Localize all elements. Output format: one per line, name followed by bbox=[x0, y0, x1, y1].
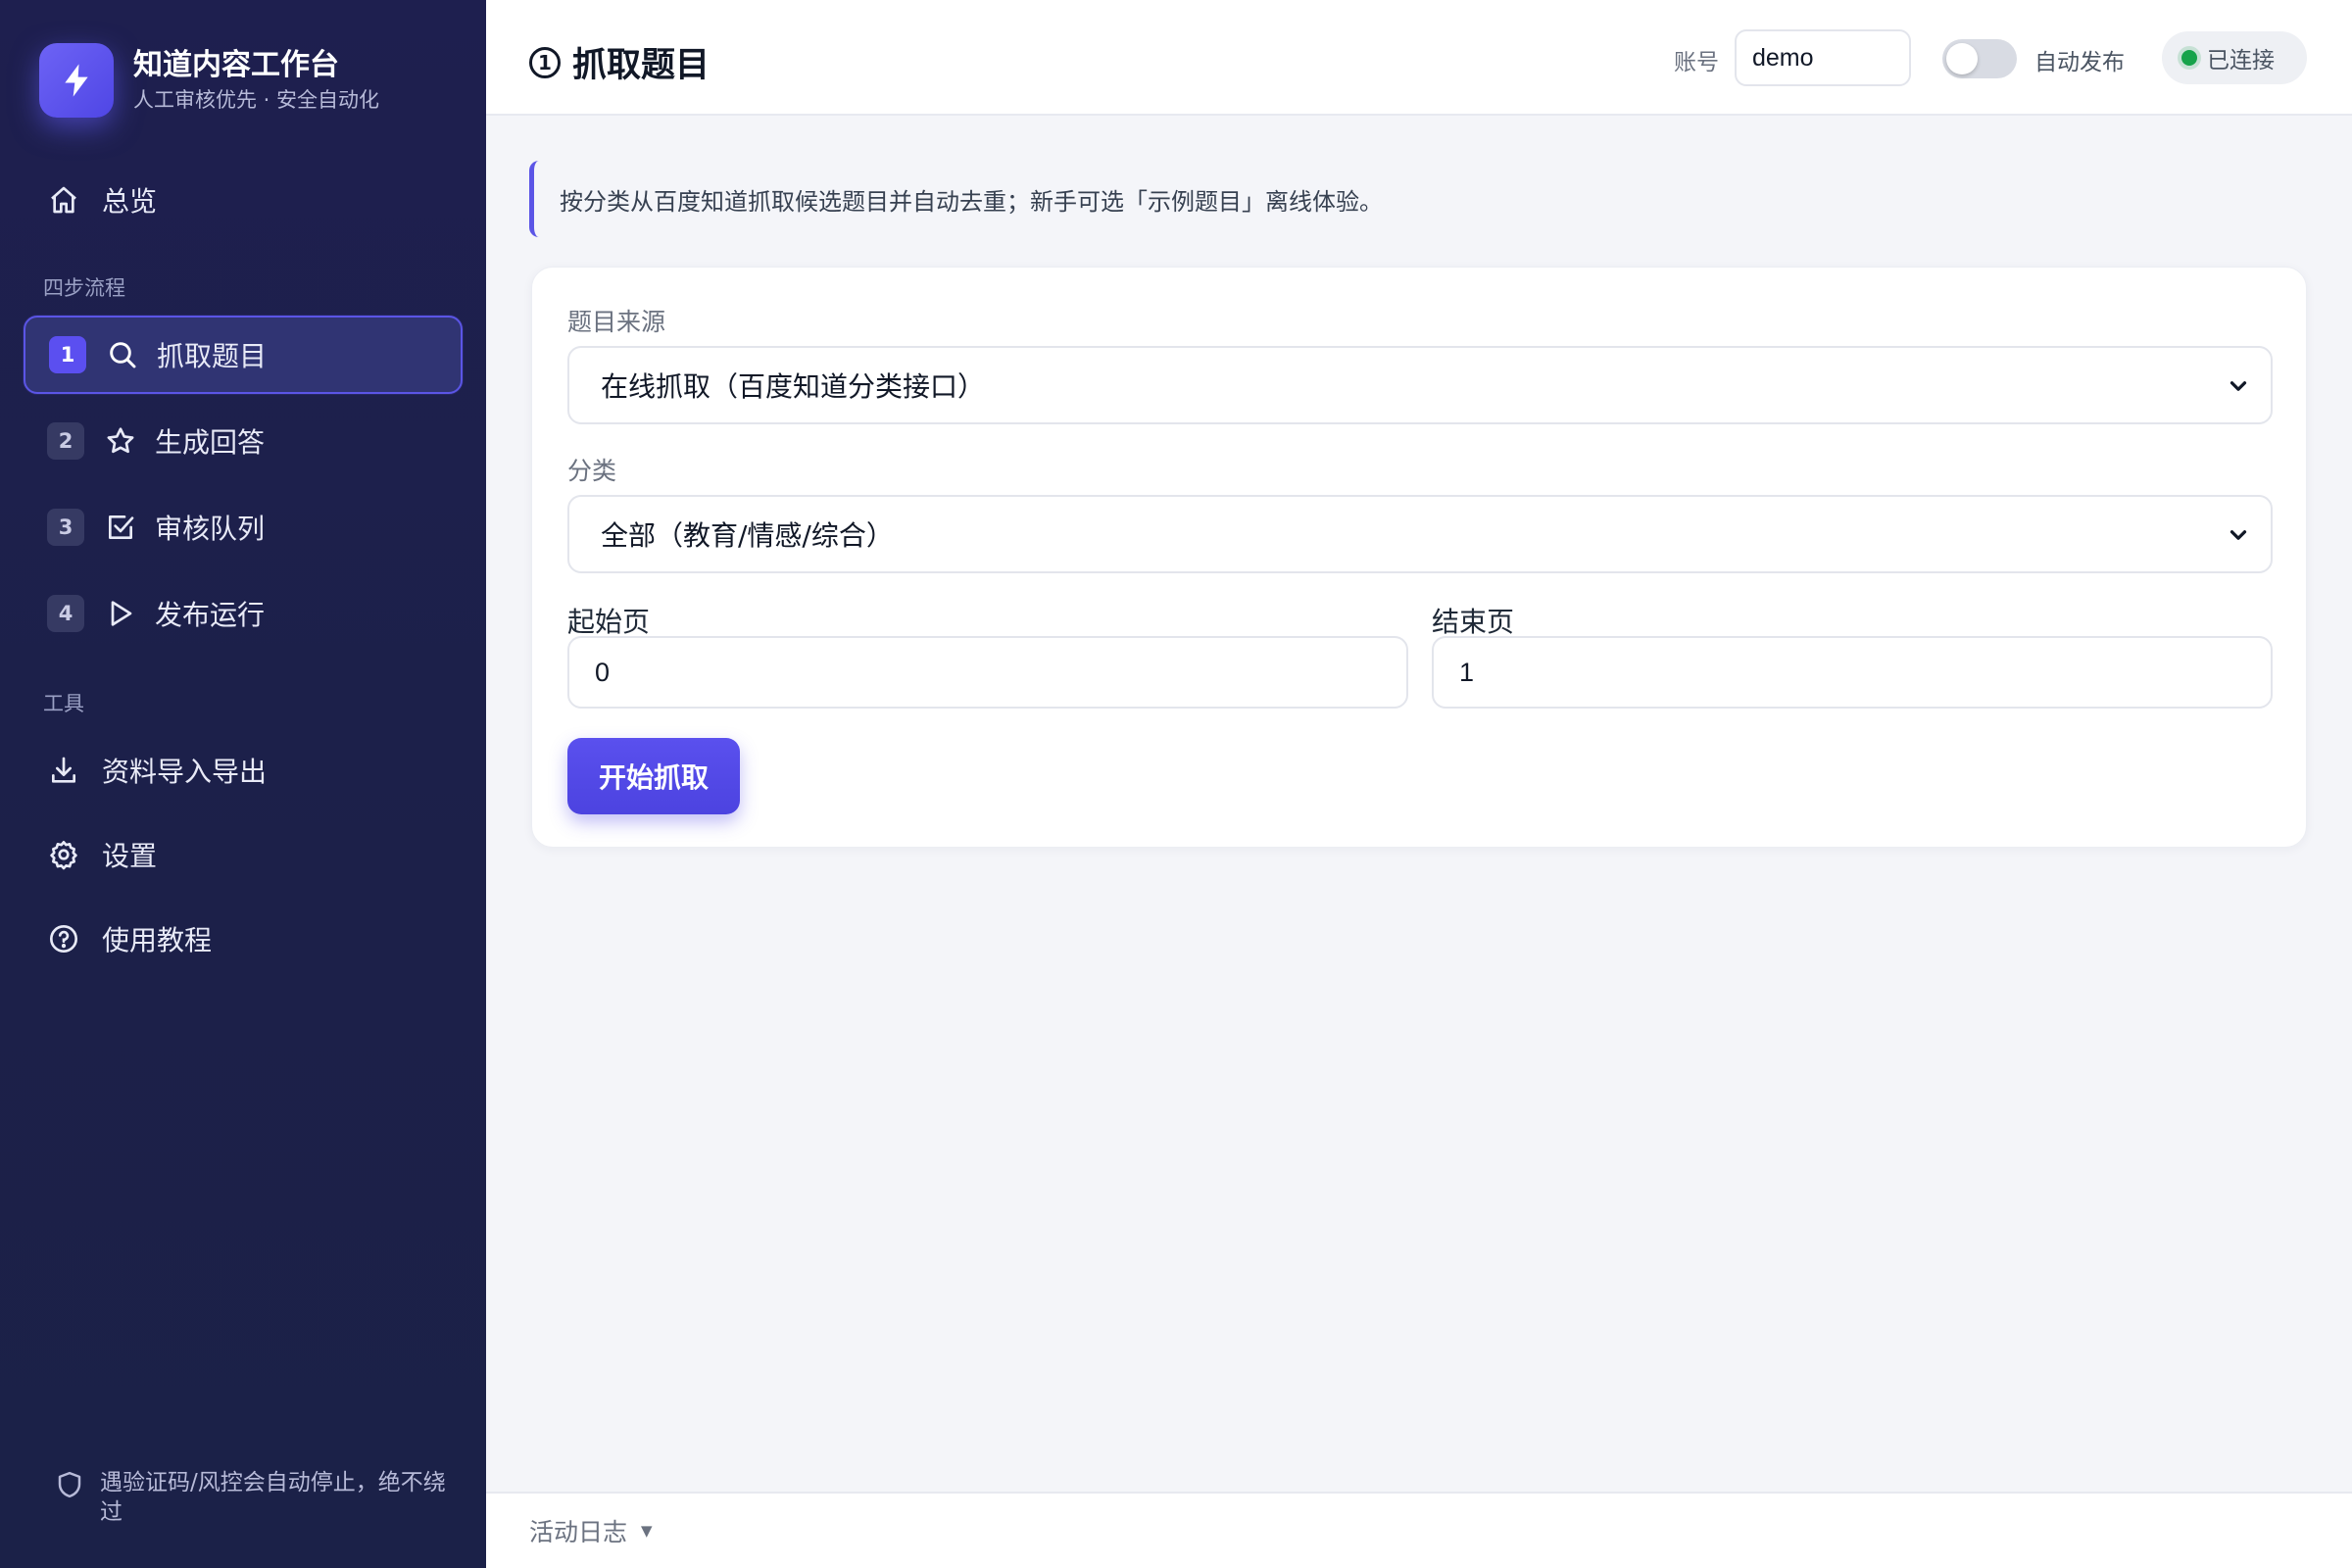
connection-status-text: 已连接 bbox=[2207, 48, 2275, 74]
gear-icon bbox=[47, 838, 80, 871]
footer-note-text: 遇验证码/风控会自动停止，绝不绕过 bbox=[100, 1470, 446, 1525]
auto-publish-toggle[interactable] bbox=[1942, 39, 2017, 78]
sidebar-item-label: 使用教程 bbox=[102, 924, 213, 956]
start-page-input[interactable] bbox=[567, 636, 1408, 709]
sidebar-item-label: 生成回答 bbox=[155, 426, 266, 459]
shield-icon bbox=[55, 1470, 84, 1499]
home-icon bbox=[47, 183, 80, 217]
step-number-badge: 2 bbox=[47, 422, 84, 460]
category-label: 分类 bbox=[567, 457, 617, 485]
section-label-steps: 四步流程 bbox=[43, 276, 125, 300]
sidebar-item-label: 审核队列 bbox=[155, 513, 266, 545]
sidebar-item-review-queue[interactable]: 3 审核队列 bbox=[24, 488, 463, 566]
source-select[interactable]: 在线抓取（百度知道分类接口） bbox=[567, 346, 2273, 424]
star-icon bbox=[104, 424, 137, 458]
start-fetch-button[interactable]: 开始抓取 bbox=[567, 738, 740, 814]
connection-status-badge: 已连接 bbox=[2162, 31, 2307, 84]
page-title: 1 抓取题目 bbox=[529, 37, 710, 87]
sidebar-item-tutorial[interactable]: 使用教程 bbox=[24, 900, 463, 978]
toggle-knob bbox=[1946, 43, 1978, 74]
brand: 知道内容工作台 人工审核优先 · 安全自动化 bbox=[39, 43, 379, 118]
sidebar-item-overview[interactable]: 总览 bbox=[24, 161, 463, 239]
sidebar-item-label: 发布运行 bbox=[155, 599, 266, 631]
sidebar-item-publish-run[interactable]: 4 发布运行 bbox=[24, 574, 463, 653]
search-icon bbox=[106, 338, 139, 371]
info-notice-text: 按分类从百度知道抓取候选题目并自动去重；新手可选「示例题目」离线体验。 bbox=[560, 187, 1383, 216]
step-number-badge: 3 bbox=[47, 509, 84, 546]
account-label: 账号 bbox=[1674, 50, 1719, 75]
account-input[interactable] bbox=[1735, 29, 1911, 86]
source-select-value: 在线抓取（百度知道分类接口） bbox=[601, 370, 986, 403]
brand-subtitle: 人工审核优先 · 安全自动化 bbox=[133, 88, 380, 112]
source-label: 题目来源 bbox=[567, 308, 666, 336]
status-dot bbox=[2181, 50, 2197, 66]
caret-down-icon: ▼ bbox=[641, 1522, 653, 1540]
sidebar-item-label: 资料导入导出 bbox=[102, 756, 268, 788]
sidebar: 知道内容工作台 人工审核优先 · 安全自动化 总览 四步流程 1 抓取题目 2 … bbox=[0, 0, 486, 1568]
end-page-label: 结束页 bbox=[1432, 606, 1515, 638]
sidebar-item-fetch-questions[interactable]: 1 抓取题目 bbox=[24, 316, 463, 394]
activity-log-label: 活动日志 bbox=[529, 1518, 628, 1546]
sidebar-footer-note: 遇验证码/风控会自动停止，绝不绕过 bbox=[39, 1468, 451, 1527]
start-page-label: 起始页 bbox=[567, 606, 651, 638]
category-select-value: 全部（教育/情感/综合） bbox=[601, 519, 894, 552]
fetch-form-card: 题目来源 在线抓取（百度知道分类接口） 分类 全部（教育/情感/综合） 起始页 … bbox=[531, 267, 2307, 848]
sidebar-item-label: 设置 bbox=[102, 840, 158, 872]
sidebar-item-import-export[interactable]: 资料导入导出 bbox=[24, 731, 463, 809]
sidebar-item-label: 总览 bbox=[102, 185, 158, 218]
activity-log-toggle[interactable]: 活动日志 ▼ bbox=[486, 1492, 2352, 1568]
lightning-bolt-icon bbox=[39, 43, 114, 118]
chevron-down-icon bbox=[2230, 530, 2247, 540]
end-page-input[interactable] bbox=[1432, 636, 2273, 709]
info-notice: 按分类从百度知道抓取候选题目并自动去重；新手可选「示例题目」离线体验。 bbox=[529, 161, 1411, 237]
sidebar-item-label: 抓取题目 bbox=[157, 340, 268, 372]
brand-title: 知道内容工作台 bbox=[133, 48, 339, 82]
step-number-badge: 1 bbox=[49, 336, 86, 373]
download-icon bbox=[47, 754, 80, 787]
help-circle-icon bbox=[47, 922, 80, 956]
category-select[interactable]: 全部（教育/情感/综合） bbox=[567, 495, 2273, 573]
auto-publish-label: 自动发布 bbox=[2034, 50, 2125, 75]
page-title-text: 抓取题目 bbox=[572, 46, 710, 85]
checkbox-icon bbox=[104, 511, 137, 544]
topbar: 1 抓取题目 账号 自动发布 已连接 bbox=[486, 0, 2352, 116]
section-label-tools: 工具 bbox=[43, 692, 84, 715]
sidebar-item-generate-answers[interactable]: 2 生成回答 bbox=[24, 402, 463, 480]
step-number-badge: 4 bbox=[47, 595, 84, 632]
chevron-down-icon bbox=[2230, 381, 2247, 391]
play-icon bbox=[104, 597, 137, 630]
sidebar-item-settings[interactable]: 设置 bbox=[24, 815, 463, 894]
step-circle-badge: 1 bbox=[529, 46, 561, 78]
